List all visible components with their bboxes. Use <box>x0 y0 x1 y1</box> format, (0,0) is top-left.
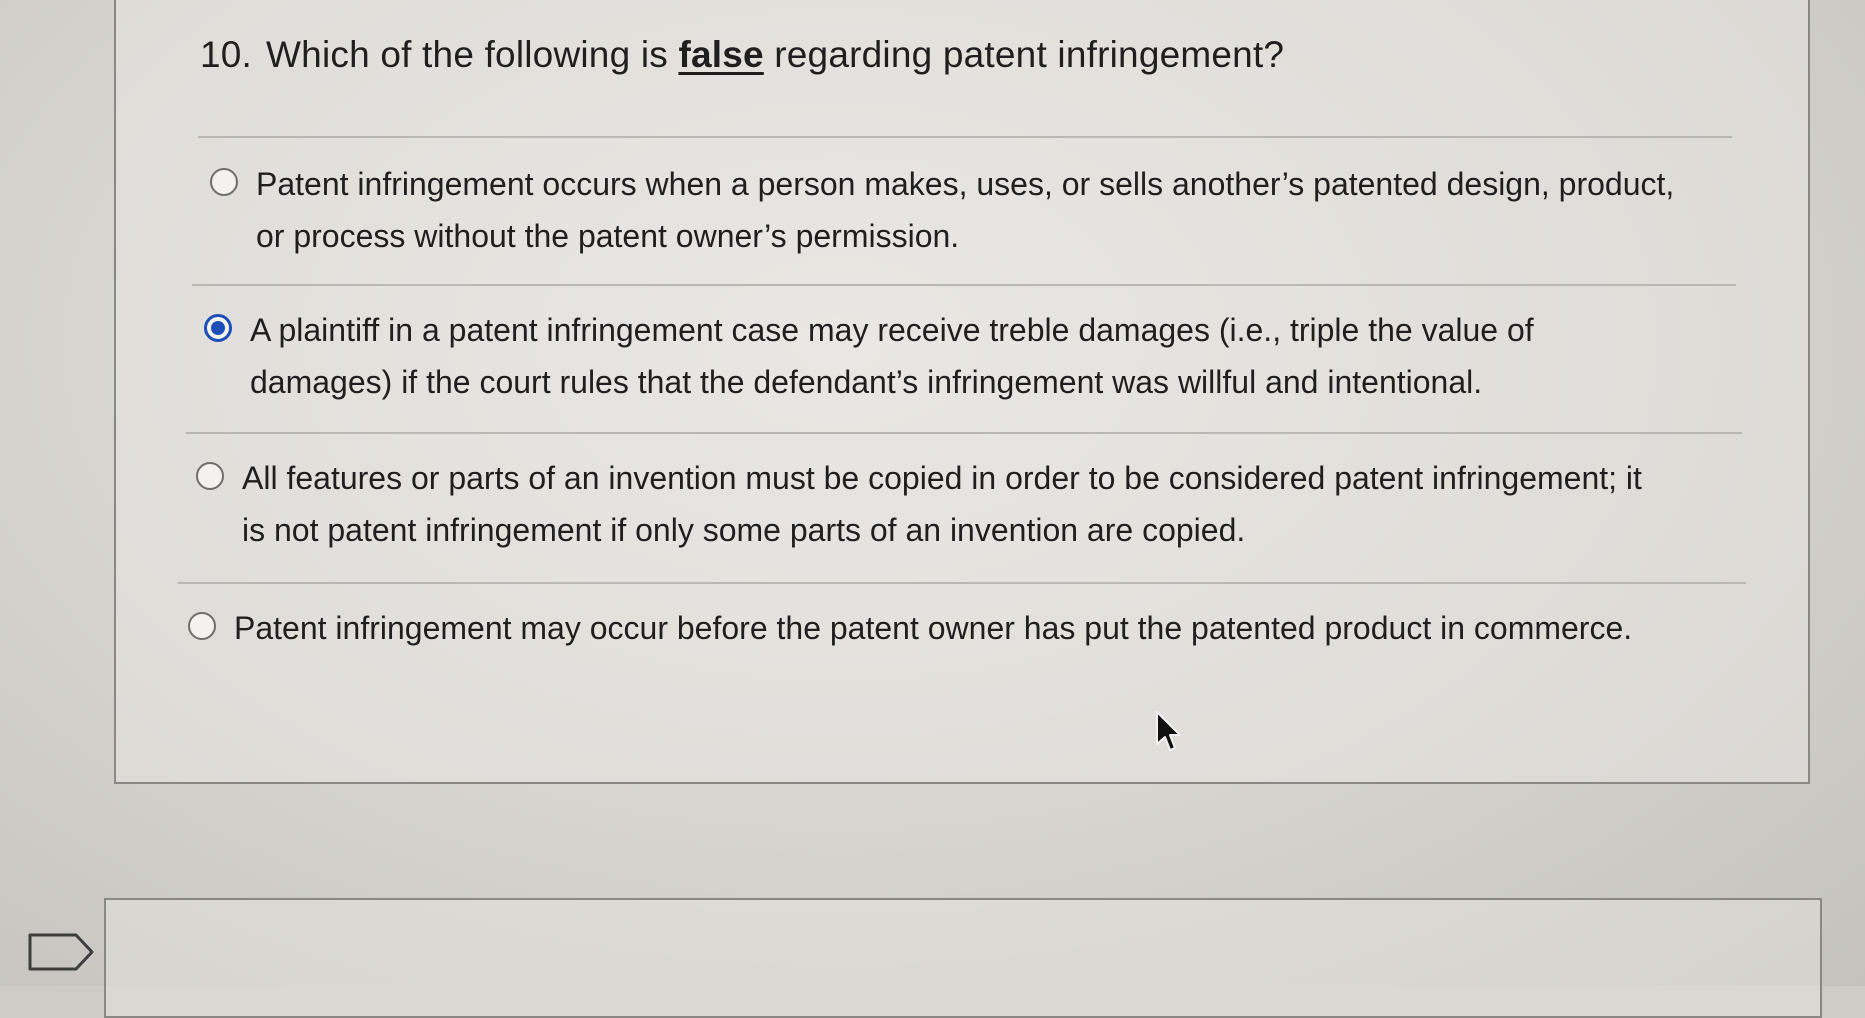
answer-option-4[interactable]: Patent infringement may occur before the… <box>188 602 1654 654</box>
divider <box>178 582 1746 584</box>
question-title: 10. Which of the following is false regar… <box>200 34 1284 76</box>
next-question-box <box>104 898 1822 1018</box>
divider <box>198 136 1732 138</box>
radio-button-option-3[interactable] <box>196 462 224 490</box>
radio-button-option-1[interactable] <box>210 168 238 196</box>
option-1-text: Patent infringement occurs when a person… <box>256 166 1675 254</box>
answer-option-2[interactable]: A plaintiff in a patent infringement cas… <box>204 304 1680 408</box>
radio-button-option-4[interactable] <box>188 612 216 640</box>
question-emphasis: false <box>678 34 764 75</box>
option-2-text: A plaintiff in a patent infringement cas… <box>250 312 1534 400</box>
answer-option-3[interactable]: All features or parts of an invention mu… <box>196 452 1672 556</box>
question-text-before: Which of the following is <box>266 34 679 75</box>
radio-button-option-2-selected[interactable] <box>204 314 232 342</box>
divider <box>186 432 1742 434</box>
answer-option-1[interactable]: Patent infringement occurs when a person… <box>210 158 1686 262</box>
divider <box>192 284 1736 286</box>
mouse-pointer-icon <box>1156 711 1181 751</box>
question-text-after: regarding patent infringement? <box>763 34 1285 75</box>
question-number: 10. <box>200 34 253 75</box>
tag-outline-icon[interactable] <box>26 932 96 972</box>
option-4-text: Patent infringement may occur before the… <box>234 610 1633 646</box>
option-3-text: All features or parts of an invention mu… <box>242 460 1642 548</box>
